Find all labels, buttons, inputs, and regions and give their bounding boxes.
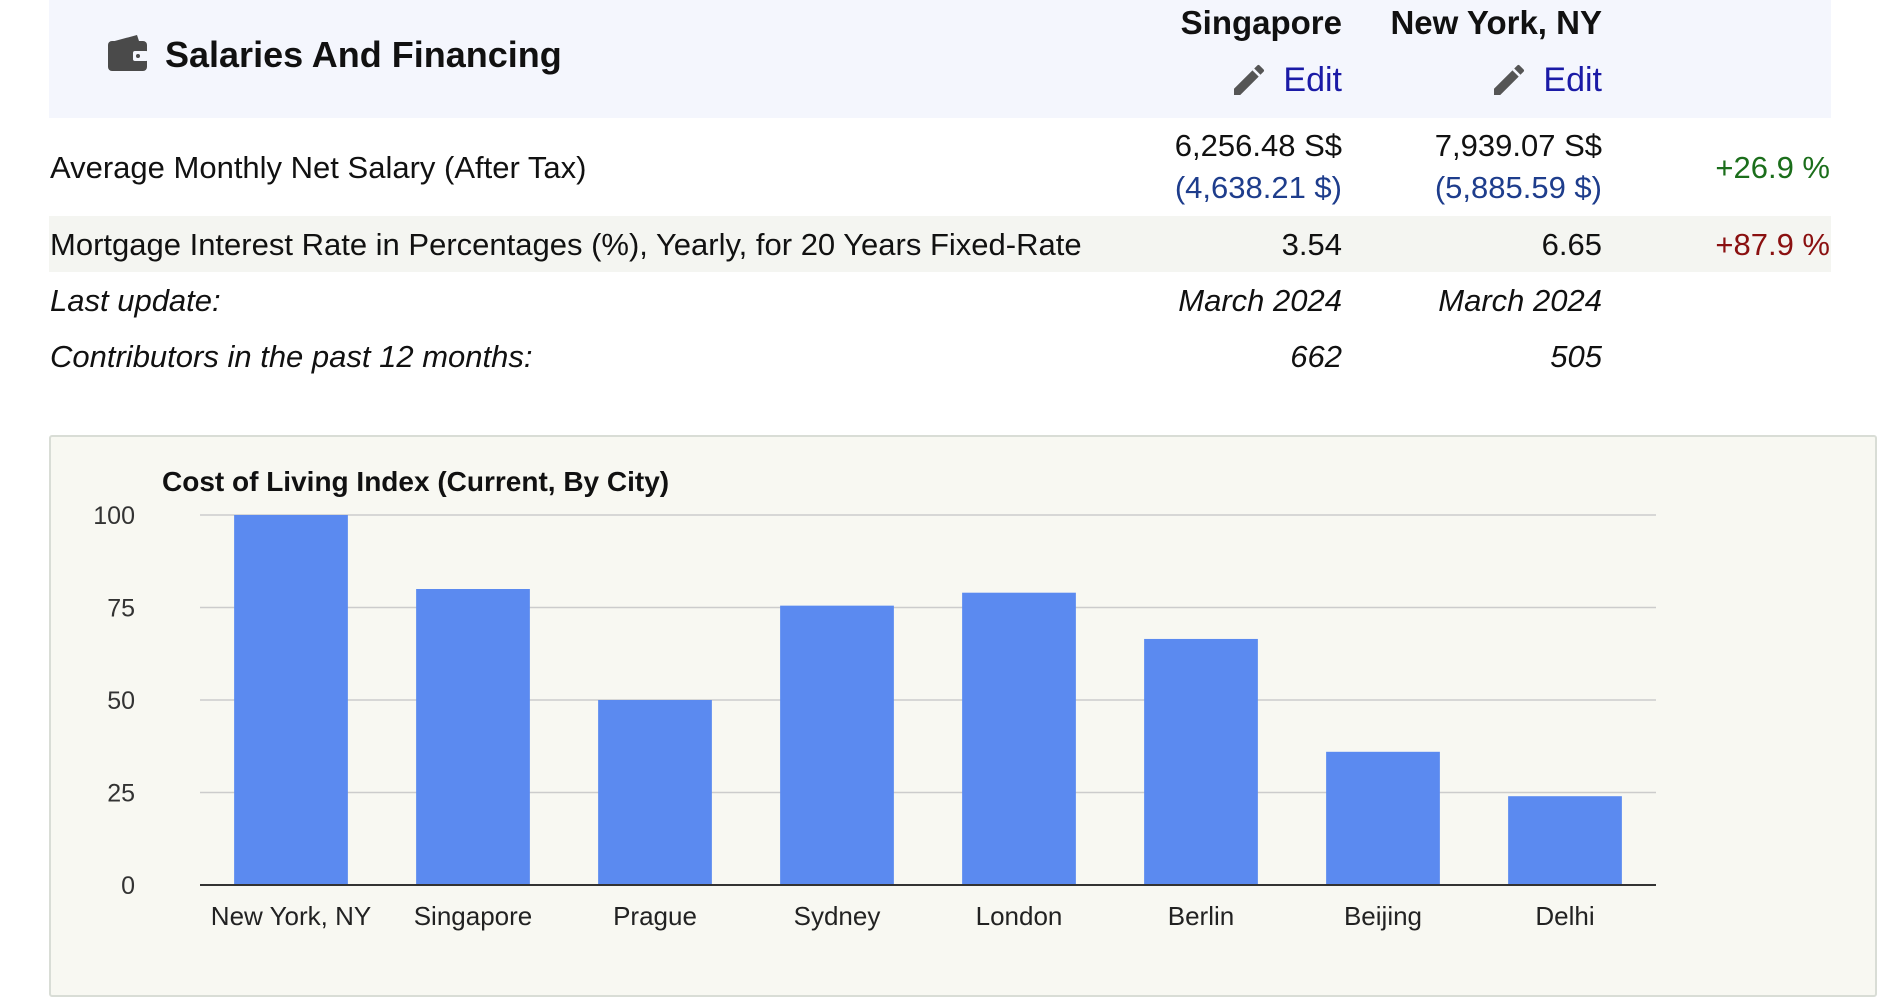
last-update-new-york: March 2024 (1438, 283, 1602, 318)
city-name-singapore: Singapore (1180, 4, 1342, 41)
city-name-new-york: New York, NY (1390, 4, 1602, 41)
bar (416, 589, 530, 885)
mortgage-change: +87.9 % (1715, 227, 1830, 262)
x-tick-label: Sydney (794, 901, 881, 931)
contributors-singapore: 662 (1290, 339, 1342, 374)
y-tick-label: 50 (107, 687, 135, 715)
x-tick-label: Berlin (1168, 901, 1234, 931)
table-row-contributors: Contributors in the past 12 months: 662 … (49, 328, 1831, 384)
section-header: Salaries And Financing Singapore New Yor… (49, 0, 1831, 118)
mortgage-new-york: 6.65 (1541, 227, 1602, 262)
salary-singapore-local: 6,256.48 S$ (1174, 128, 1342, 163)
chart-title: Cost of Living Index (Current, By City) (162, 466, 669, 497)
row-label: Last update: (50, 283, 221, 318)
salary-new-york-usd: (5,885.59 $) (1434, 170, 1602, 205)
salary-singapore-usd: (4,638.21 $) (1174, 170, 1342, 205)
table-row-mortgage: Mortgage Interest Rate in Percentages (%… (49, 216, 1831, 272)
bar (1508, 796, 1622, 885)
edit-singapore-button[interactable]: Edit (1229, 58, 1342, 102)
x-tick-label: Beijing (1344, 901, 1422, 931)
bar (1144, 638, 1258, 885)
x-tick-label: Prague (613, 901, 697, 931)
pencil-icon (1234, 64, 1265, 95)
contributors-new-york: 505 (1550, 339, 1602, 374)
section-title: Salaries And Financing (165, 34, 562, 75)
x-tick-label: Delhi (1535, 901, 1594, 931)
edit-link-label[interactable]: Edit (1543, 61, 1602, 100)
mortgage-singapore: 3.54 (1281, 227, 1342, 262)
wallet-icon (108, 35, 148, 71)
y-tick-label: 100 (93, 502, 135, 530)
table-row-salary: Average Monthly Net Salary (After Tax) 6… (49, 118, 1831, 216)
cost-of-living-chart: Cost of Living Index (Current, By City) 0… (93, 466, 1656, 931)
last-update-singapore: March 2024 (1178, 283, 1342, 318)
bar (780, 605, 894, 885)
y-tick-label: 0 (121, 872, 135, 900)
edit-link-label[interactable]: Edit (1283, 61, 1342, 100)
x-tick-label: London (976, 901, 1063, 931)
row-label: Contributors in the past 12 months: (50, 339, 533, 374)
y-tick-label: 25 (107, 780, 135, 808)
y-tick-label: 75 (107, 595, 135, 623)
edit-new-york-button[interactable]: Edit (1489, 58, 1602, 102)
salary-change: +26.9 % (1715, 150, 1830, 185)
chart-panel: Cost of Living Index (Current, By City) 0… (49, 435, 1877, 997)
table-row-last-update: Last update: March 2024 March 2024 (49, 272, 1831, 328)
bar (1326, 751, 1440, 885)
row-label: Mortgage Interest Rate in Percentages (%… (50, 227, 1082, 262)
pencil-icon (1494, 64, 1525, 95)
x-tick-label: Singapore (414, 901, 533, 931)
bar (962, 592, 1076, 885)
salary-new-york-local: 7,939.07 S$ (1434, 128, 1602, 163)
x-tick-label: New York, NY (211, 901, 371, 931)
bar (234, 515, 348, 885)
row-label: Average Monthly Net Salary (After Tax) (50, 150, 587, 185)
bar (598, 700, 712, 885)
